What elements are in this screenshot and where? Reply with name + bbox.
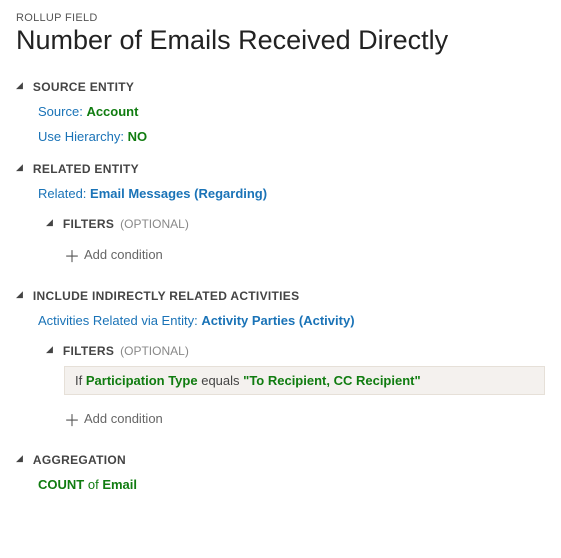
source-label: Source: — [38, 104, 83, 119]
section-source-entity: ◢ SOURCE ENTITY Source: Account Use Hier… — [16, 80, 545, 144]
add-condition-button[interactable]: ＋ Add condition — [64, 239, 545, 271]
chevron-down-icon: ◢ — [16, 289, 23, 300]
section-title: AGGREGATION — [33, 453, 126, 467]
aggregation-row[interactable]: COUNT of Email — [38, 477, 545, 492]
hierarchy-value: NO — [128, 129, 148, 144]
page-title: Number of Emails Received Directly — [16, 26, 545, 56]
section-header-aggregation[interactable]: ◢ AGGREGATION — [16, 453, 545, 467]
via-row[interactable]: Activities Related via Entity: Activity … — [38, 313, 545, 328]
agg-func: COUNT — [38, 477, 84, 492]
chevron-down-icon: ◢ — [16, 80, 23, 91]
filter-value: "To Recipient, CC Recipient" — [243, 373, 421, 388]
close-paren: ) — [263, 186, 267, 201]
filters-title: FILTERS — [63, 217, 114, 231]
filters-subsection-indirect: ◢ FILTERS (OPTIONAL) If Participation Ty… — [46, 344, 545, 435]
filters-optional: (OPTIONAL) — [120, 217, 189, 231]
section-header-source[interactable]: ◢ SOURCE ENTITY — [16, 80, 545, 94]
section-title: SOURCE ENTITY — [33, 80, 134, 94]
related-label: Related: — [38, 186, 86, 201]
via-label: Activities Related via Entity: — [38, 313, 198, 328]
filter-op: equals — [201, 373, 239, 388]
add-condition-label: Add condition — [84, 411, 163, 426]
related-row[interactable]: Related: Email Messages (Regarding) — [38, 186, 545, 201]
filter-if: If — [75, 373, 82, 388]
section-related-entity: ◢ RELATED ENTITY Related: Email Messages… — [16, 162, 545, 271]
chevron-down-icon: ◢ — [16, 453, 23, 464]
chevron-down-icon: ◢ — [16, 162, 23, 173]
hierarchy-label: Use Hierarchy: — [38, 129, 124, 144]
section-header-indirect[interactable]: ◢ INCLUDE INDIRECTLY RELATED ACTIVITIES — [16, 289, 545, 303]
section-aggregation: ◢ AGGREGATION COUNT of Email — [16, 453, 545, 492]
related-paren: Regarding — [198, 186, 262, 201]
via-value: Activity Parties — [201, 313, 295, 328]
add-condition-label: Add condition — [84, 247, 163, 262]
plus-icon: ＋ — [64, 243, 84, 267]
source-row[interactable]: Source: Account — [38, 104, 545, 119]
section-header-related[interactable]: ◢ RELATED ENTITY — [16, 162, 545, 176]
header-label: ROLLUP FIELD — [16, 12, 545, 24]
filters-header[interactable]: ◢ FILTERS (OPTIONAL) — [46, 217, 545, 231]
section-title: RELATED ENTITY — [33, 162, 139, 176]
agg-target: Email — [102, 477, 137, 492]
related-value: Email Messages — [90, 186, 190, 201]
close-paren: ) — [350, 313, 354, 328]
chevron-down-icon: ◢ — [46, 217, 53, 228]
plus-icon: ＋ — [64, 407, 84, 431]
agg-of: of — [88, 477, 99, 492]
hierarchy-row[interactable]: Use Hierarchy: NO — [38, 129, 545, 144]
filter-condition[interactable]: If Participation Type equals "To Recipie… — [64, 366, 545, 395]
source-value: Account — [86, 104, 138, 119]
section-title: INCLUDE INDIRECTLY RELATED ACTIVITIES — [33, 289, 299, 303]
add-condition-button[interactable]: ＋ Add condition — [64, 403, 545, 435]
via-paren: Activity — [303, 313, 350, 328]
filters-subsection-related: ◢ FILTERS (OPTIONAL) ＋ Add condition — [46, 217, 545, 271]
filter-field: Participation Type — [86, 373, 198, 388]
filters-title: FILTERS — [63, 344, 114, 358]
chevron-down-icon: ◢ — [46, 344, 53, 355]
filters-header[interactable]: ◢ FILTERS (OPTIONAL) — [46, 344, 545, 358]
filters-optional: (OPTIONAL) — [120, 344, 189, 358]
section-indirect: ◢ INCLUDE INDIRECTLY RELATED ACTIVITIES … — [16, 289, 545, 435]
